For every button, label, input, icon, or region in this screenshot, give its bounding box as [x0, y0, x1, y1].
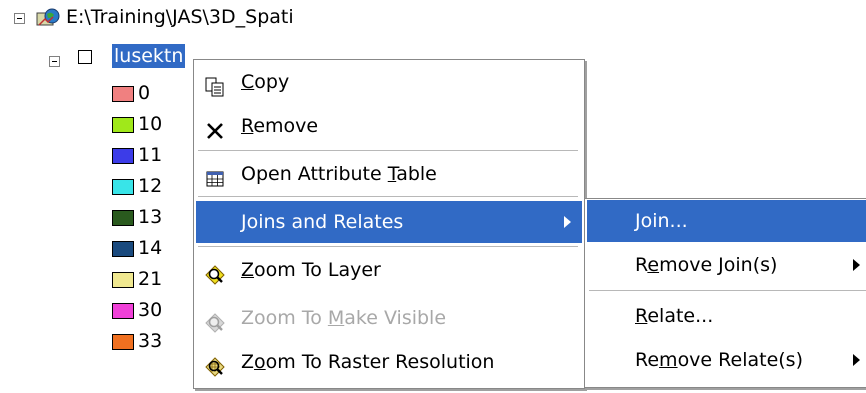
- layer-name-label[interactable]: lusektn: [112, 44, 186, 68]
- copy-icon: [204, 71, 226, 97]
- legend-value-label: 12: [138, 175, 163, 197]
- menu-item-zoom-to-make-visible[interactable]: Zoom To Make Visible: [196, 297, 582, 339]
- legend-swatch[interactable]: [112, 117, 134, 133]
- menu-item-label: Zoom To Layer: [241, 259, 381, 281]
- menu-item-label: Joins and Relates: [241, 211, 404, 233]
- legend-swatch[interactable]: [112, 334, 134, 350]
- root-path-label[interactable]: E:\Training\JAS\3D_Spati: [66, 6, 294, 28]
- layer-context-menu: Copy Remove Open Attribute Table Joins and …: [193, 59, 585, 389]
- submenu-item-label: Join...: [635, 210, 688, 232]
- legend-swatch[interactable]: [112, 148, 134, 164]
- legend-value-label: 0: [138, 82, 151, 104]
- menu-item-remove[interactable]: Remove: [196, 105, 582, 147]
- legend-value-label: 13: [138, 206, 163, 228]
- menu-item-zoom-to-raster-resolution[interactable]: Zoom To Raster Resolution: [196, 341, 582, 383]
- menu-item-label: Zoom To Raster Resolution: [241, 351, 495, 373]
- zoom-visible-icon: [204, 307, 226, 333]
- menu-separator: [198, 246, 578, 247]
- legend-swatch[interactable]: [112, 303, 134, 319]
- menu-item-label: Copy: [241, 71, 290, 93]
- menu-item-label: Open Attribute Table: [241, 163, 437, 185]
- menu-item-joins-and-relates[interactable]: Joins and Relates: [196, 201, 582, 243]
- legend-value-label: 11: [138, 144, 163, 166]
- menu-item-label: Remove: [241, 115, 319, 137]
- menu-separator: [198, 196, 578, 197]
- table-icon: [204, 163, 226, 187]
- submenu-arrow-icon: [853, 259, 860, 271]
- legend-value-label: 14: [138, 237, 163, 259]
- menu-separator: [198, 150, 578, 151]
- legend-swatch[interactable]: [112, 86, 134, 102]
- data-frame-icon: [36, 8, 60, 26]
- legend-swatch[interactable]: [112, 179, 134, 195]
- legend-value-label: 21: [138, 268, 163, 290]
- legend-value-label: 33: [138, 330, 163, 352]
- layer-visibility-checkbox[interactable]: [78, 50, 92, 64]
- menu-item-zoom-to-layer[interactable]: Zoom To Layer: [196, 249, 582, 291]
- submenu-item-join[interactable]: Join...: [587, 200, 866, 242]
- remove-icon: [204, 115, 226, 139]
- legend-value-label: 10: [138, 113, 163, 135]
- legend-swatch[interactable]: [112, 272, 134, 288]
- root-collapse-toggle[interactable]: [14, 13, 25, 24]
- submenu-item-label: Remove Join(s): [635, 254, 778, 276]
- submenu-item-relate[interactable]: Relate...: [587, 295, 866, 337]
- zoom-raster-icon: [204, 351, 226, 377]
- zoom-to-layer-icon: [204, 259, 226, 285]
- submenu-item-label: Relate...: [635, 305, 714, 327]
- submenu-arrow-icon: [853, 354, 860, 366]
- layer-collapse-toggle[interactable]: [49, 56, 60, 67]
- legend-swatch[interactable]: [112, 210, 134, 226]
- submenu-arrow-icon: [564, 216, 571, 228]
- submenu-item-remove-joins[interactable]: Remove Join(s): [587, 244, 866, 286]
- menu-item-open-attribute-table[interactable]: Open Attribute Table: [196, 153, 582, 195]
- joins-relates-submenu: Join... Remove Join(s) Relate... Remove Rel…: [584, 198, 866, 388]
- submenu-separator: [589, 290, 866, 291]
- submenu-item-remove-relates[interactable]: Remove Relate(s): [587, 339, 866, 381]
- menu-item-copy[interactable]: Copy: [196, 61, 582, 103]
- menu-item-label: Zoom To Make Visible: [241, 307, 447, 329]
- legend-swatch[interactable]: [112, 241, 134, 257]
- submenu-item-label: Remove Relate(s): [635, 349, 803, 371]
- legend-value-label: 30: [138, 299, 163, 321]
